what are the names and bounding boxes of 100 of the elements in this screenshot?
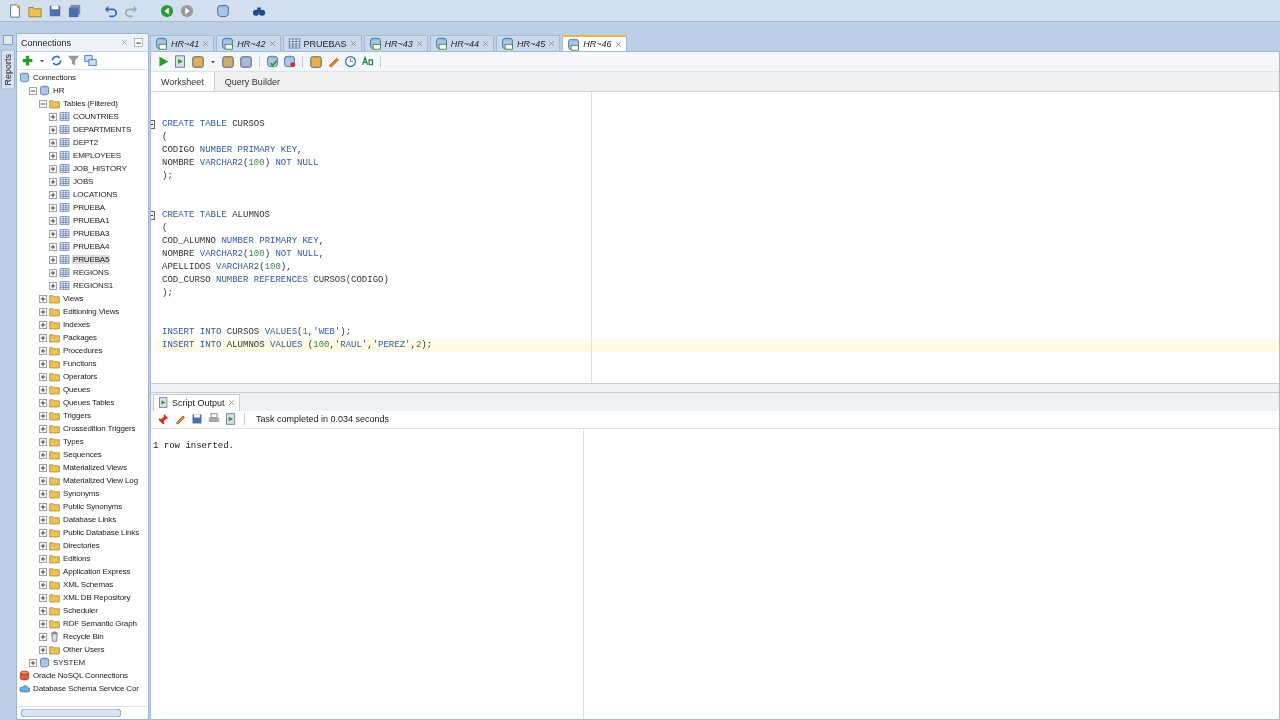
save-icon[interactable] bbox=[191, 413, 203, 425]
save-all-icon[interactable] bbox=[68, 3, 82, 18]
editor-tab[interactable]: HR~45 bbox=[496, 35, 561, 51]
expand-icon[interactable] bbox=[39, 476, 47, 485]
expand-icon[interactable] bbox=[39, 606, 47, 615]
view-tab[interactable]: Worksheet bbox=[151, 72, 215, 91]
expand-icon[interactable] bbox=[39, 502, 47, 511]
expand-icon[interactable] bbox=[39, 567, 47, 576]
editor-tab[interactable]: HR~41 bbox=[150, 35, 215, 51]
tree-item[interactable]: PRUEBA bbox=[72, 203, 106, 212]
expand-icon[interactable] bbox=[49, 177, 57, 186]
expand-icon[interactable] bbox=[39, 450, 47, 459]
expand-icon[interactable] bbox=[39, 619, 47, 628]
expand-icon[interactable] bbox=[49, 138, 57, 147]
tree-item[interactable]: Editions bbox=[62, 554, 92, 563]
save-icon[interactable] bbox=[48, 3, 62, 18]
expand-icon[interactable] bbox=[39, 645, 47, 654]
expand-icon[interactable] bbox=[49, 268, 57, 277]
tree-item[interactable]: Synonyms bbox=[62, 489, 101, 498]
eraser-icon[interactable] bbox=[174, 413, 186, 425]
tree-item[interactable]: Other Users bbox=[62, 645, 106, 654]
editor-tab[interactable]: HR~43 bbox=[363, 35, 428, 51]
expand-icon[interactable] bbox=[49, 255, 57, 264]
print-icon[interactable] bbox=[208, 413, 220, 425]
filter-icon[interactable] bbox=[67, 54, 80, 67]
expand-icon[interactable] bbox=[39, 398, 47, 407]
expand-icon[interactable] bbox=[39, 359, 47, 368]
tree-item[interactable]: Indexes bbox=[62, 320, 91, 329]
editor-tab[interactable]: HR~42 bbox=[216, 35, 281, 51]
tree-item[interactable]: Application Express bbox=[62, 567, 132, 576]
new-file-icon[interactable] bbox=[8, 3, 22, 18]
expand-icon[interactable] bbox=[49, 229, 57, 238]
tree-item[interactable]: Queues bbox=[62, 385, 92, 394]
tree-item[interactable]: RDF Semantic Graph bbox=[62, 619, 138, 628]
tree-item[interactable]: Tables (Filtered) bbox=[62, 99, 119, 108]
tree-item[interactable]: DEPARTMENTS bbox=[72, 125, 133, 134]
schema-icon[interactable] bbox=[84, 54, 97, 67]
editor-tab[interactable]: HR~44 bbox=[429, 35, 495, 51]
expand-icon[interactable] bbox=[39, 424, 47, 433]
expand-icon[interactable] bbox=[39, 541, 47, 550]
expand-icon[interactable] bbox=[39, 632, 47, 641]
expand-icon[interactable] bbox=[49, 203, 57, 212]
tree-item[interactable]: REGIONS1 bbox=[72, 281, 115, 290]
tree-item[interactable]: LOCATIONS bbox=[72, 190, 119, 199]
rollback-icon[interactable] bbox=[283, 55, 296, 68]
tree-item[interactable]: JOBS bbox=[72, 177, 95, 186]
tree-item[interactable]: PRUEBA3 bbox=[72, 229, 111, 238]
refresh-icon[interactable] bbox=[50, 54, 63, 67]
tree-item[interactable]: EMPLOYEES bbox=[72, 151, 122, 160]
output-tab[interactable]: Script Output bbox=[153, 393, 240, 411]
view-tab[interactable]: Query Builder bbox=[214, 72, 290, 91]
expand-icon[interactable] bbox=[39, 346, 47, 355]
expand-icon[interactable] bbox=[39, 411, 47, 420]
tree-item[interactable]: Materialized View Log bbox=[62, 476, 139, 485]
commit-icon[interactable] bbox=[266, 55, 279, 68]
tree-item[interactable]: Types bbox=[62, 437, 85, 446]
tree-item[interactable]: XML DB Repository bbox=[62, 593, 132, 602]
minimize-icon[interactable] bbox=[133, 37, 144, 48]
add-icon[interactable] bbox=[21, 54, 34, 67]
tree-item[interactable]: Connections bbox=[32, 73, 77, 82]
run-script-icon[interactable] bbox=[225, 413, 237, 425]
back-icon[interactable] bbox=[160, 3, 174, 18]
run-script-icon[interactable] bbox=[174, 55, 187, 68]
expand-icon[interactable] bbox=[39, 593, 47, 602]
tree-item[interactable]: Database Schema Service Cor bbox=[32, 684, 140, 693]
tree-item[interactable]: Scheduler bbox=[62, 606, 99, 615]
tree-item[interactable]: PRUEBA1 bbox=[72, 216, 111, 225]
expand-icon[interactable] bbox=[39, 294, 47, 303]
tree-item[interactable]: Recycle Bin bbox=[62, 632, 105, 641]
tree-item[interactable]: REGIONS bbox=[72, 268, 110, 277]
tree-item[interactable]: Triggers bbox=[62, 411, 92, 420]
pin-icon[interactable] bbox=[157, 413, 169, 425]
expand-icon[interactable] bbox=[29, 658, 37, 667]
run-icon[interactable] bbox=[157, 55, 170, 68]
expand-icon[interactable] bbox=[39, 385, 47, 394]
script-icon[interactable] bbox=[158, 397, 169, 408]
expand-icon[interactable] bbox=[39, 489, 47, 498]
expand-icon[interactable] bbox=[49, 190, 57, 199]
forward-icon[interactable] bbox=[180, 3, 194, 18]
expand-icon[interactable] bbox=[39, 463, 47, 472]
expand-icon[interactable] bbox=[39, 372, 47, 381]
expand-icon[interactable] bbox=[39, 528, 47, 537]
tree-item[interactable]: Crossedition Triggers bbox=[62, 424, 137, 433]
expand-icon[interactable] bbox=[39, 333, 47, 342]
tree-item[interactable]: Packages bbox=[62, 333, 98, 342]
expand-icon[interactable] bbox=[39, 307, 47, 316]
tree-item[interactable]: Procedures bbox=[62, 346, 104, 355]
history-icon[interactable] bbox=[344, 55, 357, 68]
expand-icon[interactable] bbox=[49, 281, 57, 290]
tree-item[interactable]: Oracle NoSQL Connections bbox=[32, 671, 129, 680]
expand-icon[interactable] bbox=[39, 580, 47, 589]
expand-icon[interactable] bbox=[39, 437, 47, 446]
close-icon[interactable] bbox=[227, 399, 235, 406]
tree-item[interactable]: Views bbox=[62, 294, 85, 303]
tree-item[interactable]: XML Schemas bbox=[62, 580, 115, 589]
tree-item[interactable]: JOB_HISTORY bbox=[72, 164, 128, 173]
expand-icon[interactable] bbox=[39, 554, 47, 563]
expand-icon[interactable] bbox=[49, 112, 57, 121]
tree-item[interactable]: Public Database Links bbox=[62, 528, 140, 537]
expand-icon[interactable] bbox=[49, 151, 57, 160]
